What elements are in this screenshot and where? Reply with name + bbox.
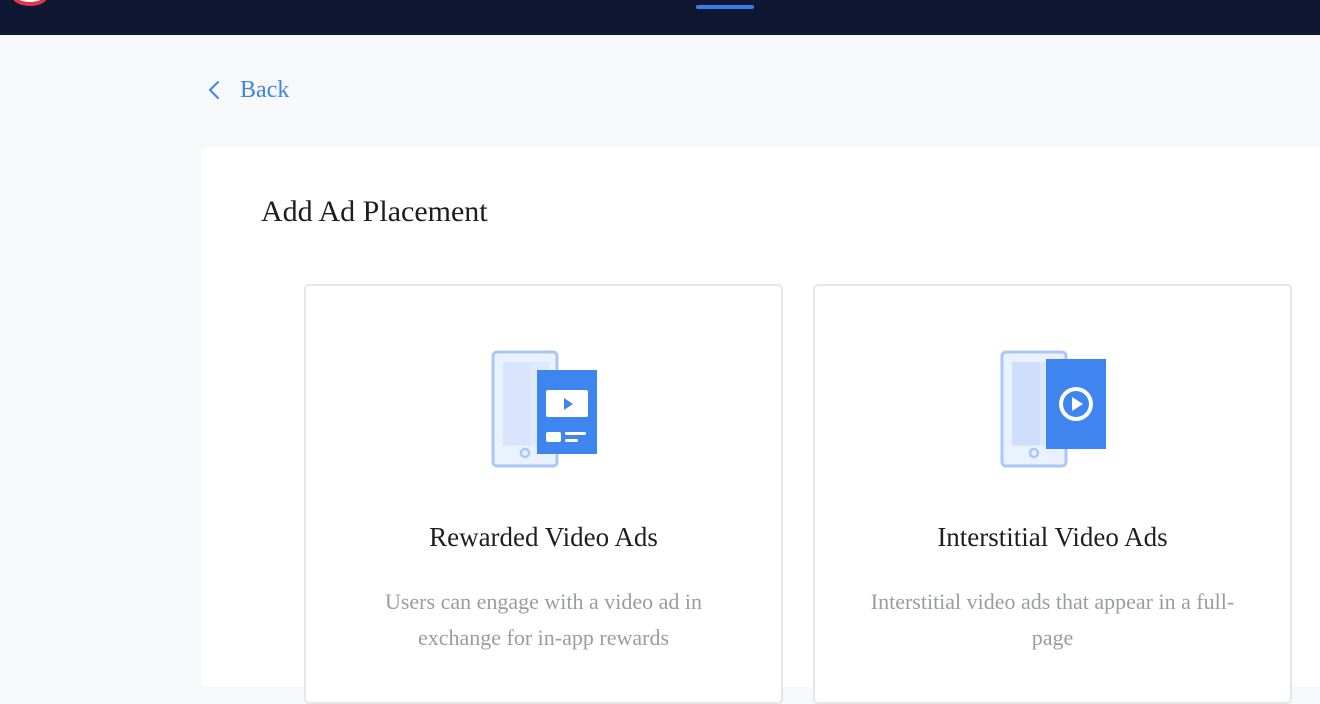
placement-title: Interstitial Video Ads: [937, 522, 1168, 552]
active-tab-indicator: [696, 5, 754, 9]
interstitial-video-illustration-icon: [1000, 350, 1106, 468]
back-link[interactable]: Back: [205, 74, 289, 106]
placement-description: Interstitial video ads that appear in a …: [870, 589, 1235, 650]
content-panel: Add Ad Placement Rewarded Video Ads User…: [201, 147, 1320, 704]
placement-card-rewarded-video[interactable]: Rewarded Video Ads Users can engage with…: [304, 284, 783, 704]
top-nav-bar: [0, 0, 1320, 35]
page-title: Add Ad Placement: [261, 195, 488, 228]
placement-description: Users can engage with a video ad in exch…: [384, 589, 703, 650]
placement-title: Rewarded Video Ads: [429, 522, 658, 552]
app-logo-icon[interactable]: [12, 0, 48, 6]
placement-card-interstitial-video[interactable]: Interstitial Video Ads Interstitial vide…: [813, 284, 1292, 704]
back-label: Back: [240, 76, 290, 103]
rewarded-video-illustration-icon: [491, 350, 597, 468]
chevron-left-icon: [209, 81, 219, 99]
